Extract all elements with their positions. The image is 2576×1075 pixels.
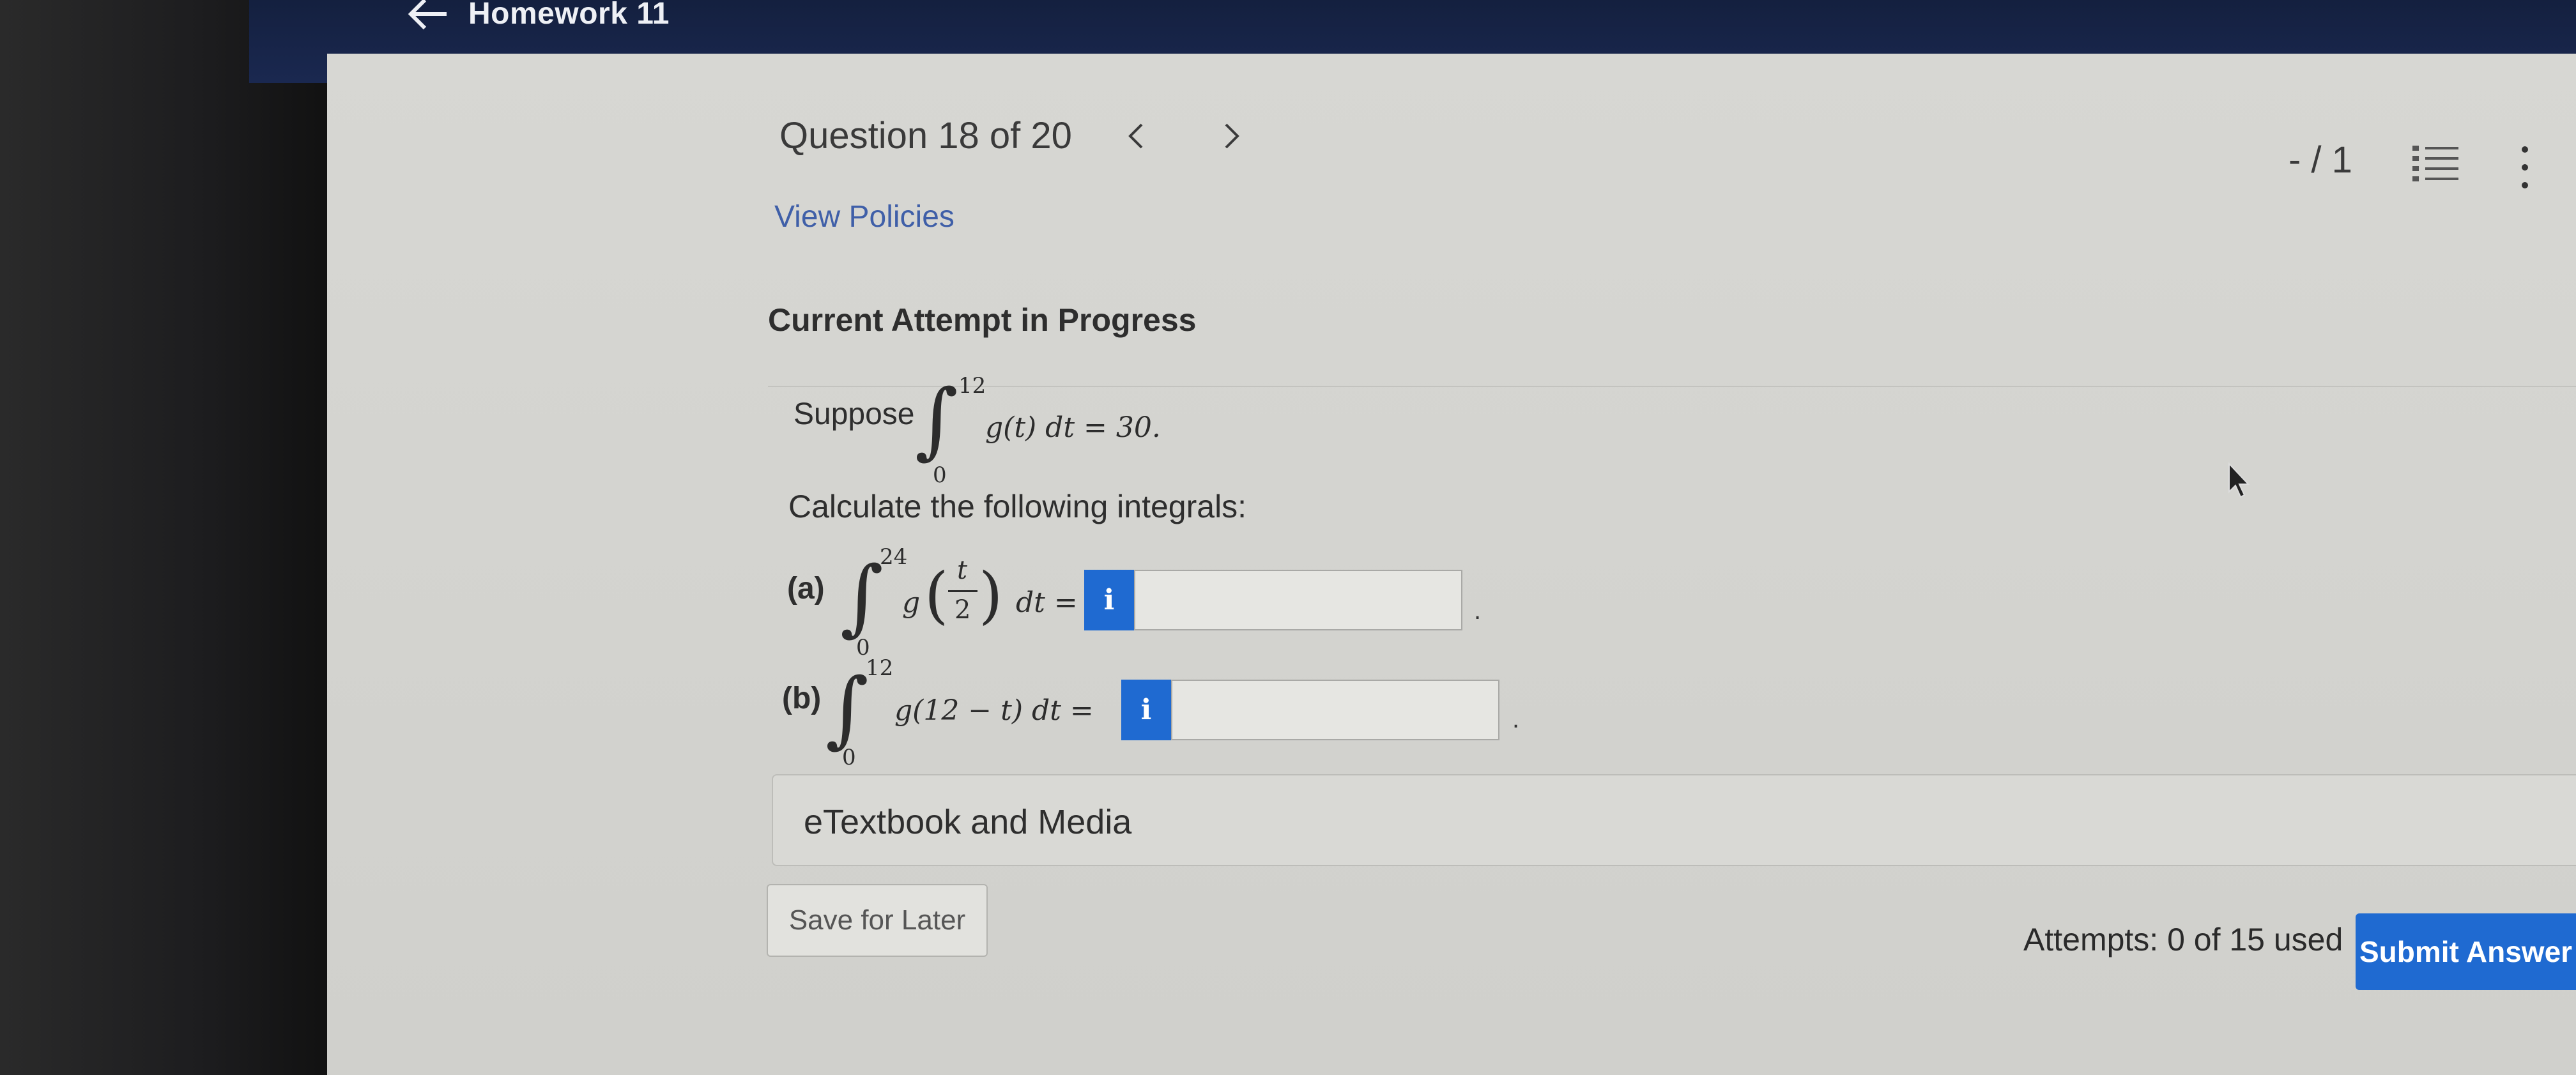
lower-limit: 0	[842, 745, 856, 770]
assignment-title: Homework 11	[468, 0, 670, 31]
etextbook-media-label: eTextbook and Media	[804, 803, 1132, 841]
part-b-info-button[interactable]: i	[1121, 680, 1171, 740]
next-question-button[interactable]	[1213, 117, 1251, 155]
upper-limit: 12	[866, 655, 894, 681]
problem-instruction: Calculate the following integrals:	[788, 489, 1247, 524]
fraction-numerator: t	[957, 556, 968, 585]
part-a-period: .	[1474, 597, 1482, 625]
upper-limit: 12	[958, 373, 986, 399]
arrow-left-icon[interactable]	[406, 0, 450, 33]
chevron-right-icon	[1225, 123, 1239, 148]
part-a-label: (a)	[787, 572, 825, 606]
upper-limit: 24	[880, 544, 908, 570]
previous-question-button[interactable]	[1117, 117, 1155, 155]
part-b-label: (b)	[782, 682, 822, 715]
integrand-g: g	[902, 586, 921, 619]
points-indicator: - / 1	[2288, 139, 2352, 181]
part-b-period: .	[1512, 705, 1520, 733]
etextbook-media-section[interactable]: eTextbook and Media	[772, 774, 2576, 866]
attempts-counter: Attempts: 0 of 15 used	[2023, 922, 2343, 957]
chevron-left-icon	[1128, 123, 1143, 148]
integral-sign: ∫	[825, 660, 869, 757]
view-policies-link[interactable]: View Policies	[774, 199, 954, 234]
part-a-info-button[interactable]: i	[1084, 570, 1134, 630]
part-b-answer-input[interactable]	[1171, 680, 1499, 740]
part-a-answer-input[interactable]	[1134, 570, 1462, 630]
question-navigation: Question 18 of 20	[779, 114, 1251, 157]
attempt-heading: Current Attempt in Progress	[768, 302, 1197, 338]
mouse-cursor-icon	[2227, 462, 2252, 499]
fraction-denominator: 2	[954, 595, 971, 625]
save-for-later-button[interactable]: Save for Later	[767, 884, 988, 957]
submit-answer-button[interactable]: Submit Answer	[2356, 913, 2576, 990]
fraction-bar	[948, 590, 977, 592]
integral-sign: ∫	[840, 548, 884, 645]
open-paren: (	[924, 560, 949, 631]
integrand-dt: dt =	[1016, 586, 1078, 619]
numbered-list-icon[interactable]	[2410, 142, 2461, 187]
question-panel: Question 18 of 20 - / 1 View Policies Cu…	[327, 54, 2576, 1075]
more-vertical-icon[interactable]	[2515, 142, 2534, 193]
lower-limit: 0	[933, 462, 947, 488]
question-counter: Question 18 of 20	[779, 115, 1072, 156]
part-b-integrand: g(12 − t) dt =	[894, 694, 1094, 727]
divider	[768, 386, 2576, 387]
problem-suppose-text: Suppose	[793, 397, 915, 431]
integral-sign: ∫	[915, 371, 958, 468]
screen-bezel	[0, 0, 332, 1075]
given-integrand: g(t) dt = 30.	[985, 411, 1161, 444]
close-paren: )	[979, 560, 1003, 631]
